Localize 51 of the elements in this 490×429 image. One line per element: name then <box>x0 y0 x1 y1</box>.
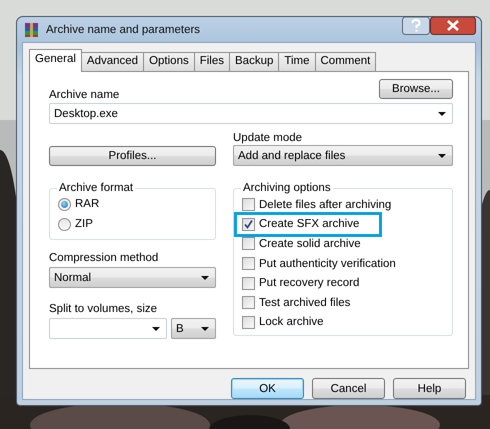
archive-name-field[interactable]: Desktop.exe <box>49 103 453 124</box>
caret-icon <box>201 276 209 280</box>
group-label: Archiving options <box>242 182 332 194</box>
dialog-button[interactable]: Cancel <box>312 378 385 399</box>
checkbox-label[interactable]: Create SFX archive <box>259 218 360 230</box>
checkbox-label[interactable]: Test archived files <box>259 296 350 309</box>
checkbox[interactable] <box>242 198 255 212</box>
checkbox-label[interactable]: Delete files after archiving <box>259 198 392 211</box>
radio-label[interactable]: RAR <box>75 198 100 210</box>
checkbox[interactable] <box>242 237 255 250</box>
checkbox-label[interactable]: Create solid archive <box>259 238 361 250</box>
field-label: Archive name <box>49 89 120 101</box>
profiles-button[interactable]: Profiles... <box>49 146 216 166</box>
checkbox[interactable] <box>242 218 255 231</box>
browse-button[interactable]: Browse... <box>379 79 453 99</box>
tab[interactable]: General <box>29 49 82 72</box>
compression-dropdown[interactable]: Normal <box>49 267 216 288</box>
radio-button[interactable] <box>58 198 71 210</box>
check-icon <box>243 218 254 230</box>
unit-dropdown[interactable]: B <box>171 318 216 339</box>
checkbox[interactable] <box>242 316 255 329</box>
field-label: Update mode <box>233 132 304 144</box>
dialog-button[interactable]: OK <box>231 378 304 399</box>
field-label: Split to volumes, size <box>49 303 158 315</box>
tab[interactable]: Backup <box>229 52 280 71</box>
checkbox-label[interactable]: Put authenticity verification <box>259 258 396 270</box>
caret-icon <box>438 154 446 158</box>
volume-size-field[interactable] <box>49 318 167 339</box>
caret-icon <box>438 112 446 116</box>
tab[interactable]: Comment <box>314 52 376 71</box>
group-label: Archive format <box>58 182 134 194</box>
field-label: Compression method <box>49 252 160 264</box>
checkbox-label[interactable]: Lock archive <box>259 316 324 328</box>
books-icon <box>24 22 40 38</box>
update-mode-dropdown[interactable]: Add and replace files <box>233 145 453 166</box>
tab[interactable]: Files <box>194 52 230 71</box>
checkbox[interactable] <box>242 276 255 290</box>
close-icon[interactable] <box>430 17 476 35</box>
tab[interactable]: Time <box>278 52 316 71</box>
help-icon[interactable] <box>402 17 430 35</box>
tab[interactable]: Advanced <box>80 52 144 71</box>
checkbox[interactable] <box>242 257 255 270</box>
caret-icon <box>201 326 209 330</box>
radio-button[interactable] <box>58 218 71 230</box>
checkbox-label[interactable]: Put recovery record <box>259 277 360 290</box>
caret-icon <box>152 326 160 330</box>
dialog-button[interactable]: Help <box>393 378 466 399</box>
window-title: Archive name and parameters <box>46 24 200 36</box>
radio-label[interactable]: ZIP <box>75 218 93 230</box>
tab[interactable]: Options <box>143 52 195 71</box>
checkbox[interactable] <box>242 296 255 310</box>
